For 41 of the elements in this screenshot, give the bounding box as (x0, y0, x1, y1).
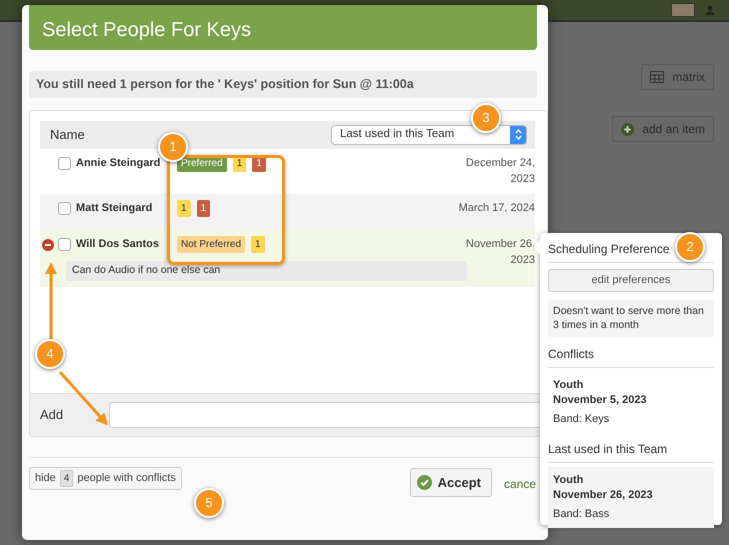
tag: Not Preferred (177, 236, 246, 253)
tag: 1 (196, 200, 210, 217)
dialog-title: Select People For Keys (29, 5, 537, 50)
entry-group: Youth (553, 473, 709, 488)
section-heading: Last used in this Team (548, 434, 714, 464)
sort-select[interactable]: Last used in this Team (331, 124, 527, 145)
last-used-date: November 26, 2023 (464, 236, 535, 268)
entry-detail: Band: Bass (553, 507, 610, 522)
count: 4 (60, 470, 74, 487)
person-icon (705, 5, 715, 15)
checkbox[interactable] (58, 202, 71, 215)
updown-icon (514, 129, 522, 140)
entry-date: November 26, 2023 (553, 488, 654, 504)
cancel-link[interactable]: cance (504, 474, 536, 493)
person-row[interactable]: Will Dos Santos Not Preferred 1 November 26, 2023 Can do Audio if no one else can (40, 230, 535, 286)
entry-group: Youth (553, 378, 709, 393)
accept-button[interactable]: Accept (410, 468, 492, 498)
last-used-date: December 24, 2023 (464, 156, 535, 188)
section-heading: Conflicts (548, 338, 714, 368)
hide-conflicts-button[interactable]: hide 4 people with conflicts (29, 466, 182, 490)
checkbox[interactable] (58, 156, 71, 170)
person-name: Matt Steingard (76, 201, 154, 216)
grid-icon (650, 71, 664, 83)
add-label: Add (40, 406, 64, 424)
checkbox[interactable] (58, 238, 71, 251)
person-row[interactable]: Matt Steingard 1 1 March 17, 2024 (40, 194, 535, 230)
person-name: Will Dos Santos (76, 237, 160, 252)
remove-icon[interactable] (42, 238, 54, 251)
checkmark-icon (416, 475, 432, 490)
plus-icon (621, 122, 634, 136)
avatar-placeholder (671, 3, 695, 17)
preference-note: Doesn't want to serve more than 3 times in a month (548, 300, 714, 337)
tag: 1 (251, 236, 265, 253)
last-used-date: March 17, 2024 (458, 200, 535, 216)
person-note: Can do Audio if no one else can (66, 260, 467, 280)
entry-date: November 5, 2023 (553, 392, 648, 408)
column-header: Name (50, 126, 85, 144)
tag: 1 (177, 200, 191, 217)
entry-detail: Band: Keys (553, 412, 610, 426)
edit-preferences-button[interactable]: edit preferences (548, 269, 714, 292)
notice-message: You still need 1 person for the ' Keys' position for Sun @ 11:00a (29, 71, 537, 98)
